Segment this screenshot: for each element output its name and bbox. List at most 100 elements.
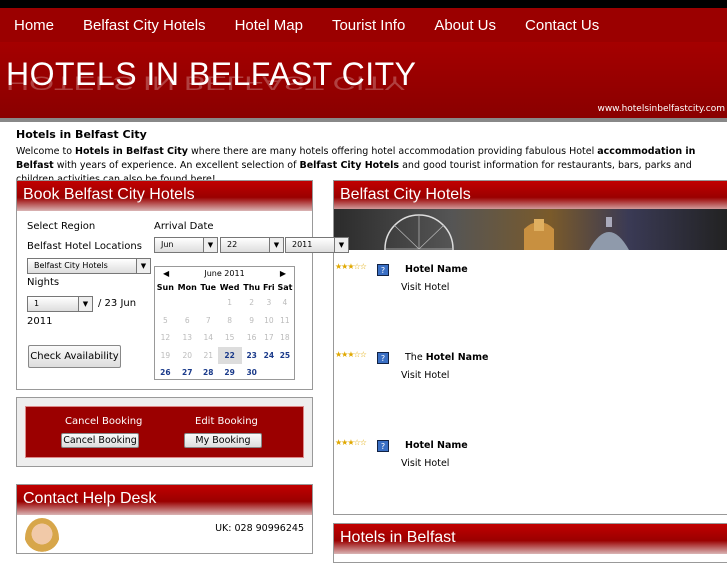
my-booking-button[interactable]: My Booking [184,433,262,448]
calendar-day: 5 [162,315,168,325]
calendar-day[interactable]: 24 [262,347,276,365]
calendar-day [176,294,199,312]
calendar-day: 15 [224,333,235,343]
calendar-day[interactable]: 26 [155,364,176,382]
date-picker: ◀ June 2011 ▶ Sun Mon Tue Wed Thu Fri Sat 1234… [154,266,295,380]
hotels-panel-title: Belfast City Hotels [334,181,727,211]
visit-hotel-link[interactable]: Visit Hotel [401,282,449,293]
chevron-down-icon: ▼ [136,259,150,273]
calendar-week: 5 6 7 8 9 10 11 [155,312,294,330]
calendar-day: 2 [249,298,255,308]
cancel-booking-label: Cancel Booking [65,416,143,427]
weekday-header: Wed [219,282,240,292]
calendar-day [276,364,294,382]
calendar-week: 26 27 28 29 30 [155,364,294,382]
calendar-day [199,294,218,312]
help-desk-phone: UK: 028 90996245 [215,523,304,534]
weekday-header: Thu [243,282,261,292]
intro-section: Hotels in Belfast City Welcome to Hotels… [0,122,727,187]
site-banner: HOTELS IN BELFAST CITY HOTELS IN BELFAST… [0,42,727,118]
weekday-header: Sat [277,282,293,292]
site-title-reflection: HOTELS IN BELFAST CITY [6,72,406,94]
weekday-header: Mon [177,282,197,292]
next-month-icon[interactable]: ▶ [280,269,286,278]
book-panel: Book Belfast City Hotels Select Region B… [16,180,349,390]
calendar-day: 10 [264,315,274,325]
arrival-date-label: Arrival Date [154,221,214,232]
calendar-day: 9 [249,315,255,325]
prev-month-icon[interactable]: ◀ [163,269,169,278]
visit-hotel-link[interactable]: Visit Hotel [401,370,449,381]
hotel-list: ★★★☆☆? Hotel Name Visit Hotel ★★★☆☆? The Hot… [333,260,727,515]
calendar-day[interactable]: 29 [218,364,242,382]
calendar-day: 20 [182,350,193,360]
chevron-down-icon: ▼ [78,297,92,311]
nav-home[interactable]: Home [14,17,54,34]
edit-booking-label: Edit Booking [195,416,258,427]
calendar-day [155,294,176,312]
calendar-day: 11 [280,315,290,325]
calendar-day[interactable]: 30 [242,364,262,382]
hotel-name: Hotel Name [405,264,468,275]
calendar-day[interactable]: 23 [242,347,262,365]
calendar-month-title: June 2011 [204,269,245,278]
year-select[interactable]: 2011 ▼ [285,237,349,253]
nav-contact-us[interactable]: Contact Us [525,17,599,34]
check-availability-button[interactable]: Check Availability [28,345,121,368]
calendar-day: 8 [227,315,232,325]
help-icon[interactable]: ? [377,352,389,364]
select-region-label: Select Region [27,221,96,232]
hotel-name: Hotel Name [405,440,468,451]
star-rating-icon: ★★★☆☆ [335,438,367,447]
chevron-down-icon: ▼ [269,238,283,252]
calendar-day: 14 [203,333,214,343]
intro-heading: Hotels in Belfast City [16,128,147,141]
site-url: www.hotelsinbelfastcity.com [597,104,725,114]
help-desk-title: Contact Help Desk [17,485,312,515]
calendar-day: 21 [203,350,214,360]
nights-label: Nights [27,277,60,288]
locations-label: Belfast Hotel Locations [27,241,142,252]
calendar-day: 19 [160,350,171,360]
nav-tourist-info[interactable]: Tourist Info [332,17,405,34]
nights-select[interactable]: 1 ▼ [27,296,93,312]
calendar-day: 18 [280,333,290,343]
book-panel-title: Book Belfast City Hotels [17,181,312,211]
calendar-day[interactable]: 22 [217,346,242,364]
calendar-day[interactable]: 28 [199,364,218,382]
help-desk-panel: Contact Help Desk UK: 028 90996245 [16,484,313,558]
help-icon[interactable]: ? [377,440,389,452]
calendar-day[interactable]: 25 [276,347,294,365]
checkout-year: 2011 [27,316,53,327]
main-nav: Home Belfast City Hotels Hotel Map Touri… [0,8,727,42]
weekday-header: Fri [263,282,275,292]
help-desk-avatar [25,518,59,558]
calendar-day: 7 [205,315,211,325]
nav-about-us[interactable]: About Us [434,17,496,34]
month-select[interactable]: Jun ▼ [154,237,218,253]
weekday-header: Sun [156,282,174,292]
location-select[interactable]: Belfast City Hotels ▼ [27,258,151,274]
calendar-week: 19 20 21 22 23 24 25 [155,346,294,365]
top-black-bar [0,0,727,8]
calendar-day: 3 [266,298,272,308]
star-rating-icon: ★★★☆☆ [335,262,367,271]
visit-hotel-link[interactable]: Visit Hotel [401,458,449,469]
hotels-in-belfast-panel: Hotels in Belfast [333,523,727,563]
nav-hotel-map[interactable]: Hotel Map [235,17,303,34]
belfast-skyline-image [334,209,727,284]
cancel-booking-button[interactable]: Cancel Booking [61,433,139,448]
nav-belfast-city-hotels[interactable]: Belfast City Hotels [83,17,206,34]
chevron-down-icon: ▼ [334,238,348,252]
hotels-in-belfast-title: Hotels in Belfast [334,524,727,554]
calendar-day: 17 [264,333,274,343]
day-select[interactable]: 22 ▼ [220,237,284,253]
calendar-day: 12 [160,333,171,343]
hotel-name: The Hotel Name [405,352,489,363]
calendar-day[interactable]: 27 [176,364,199,382]
calendar-day [262,364,276,382]
calendar-week: 12 13 14 15 16 17 18 [155,329,294,347]
help-icon[interactable]: ? [377,264,389,276]
chevron-down-icon: ▼ [203,238,217,252]
calendar-header: ◀ June 2011 ▶ [155,267,294,280]
